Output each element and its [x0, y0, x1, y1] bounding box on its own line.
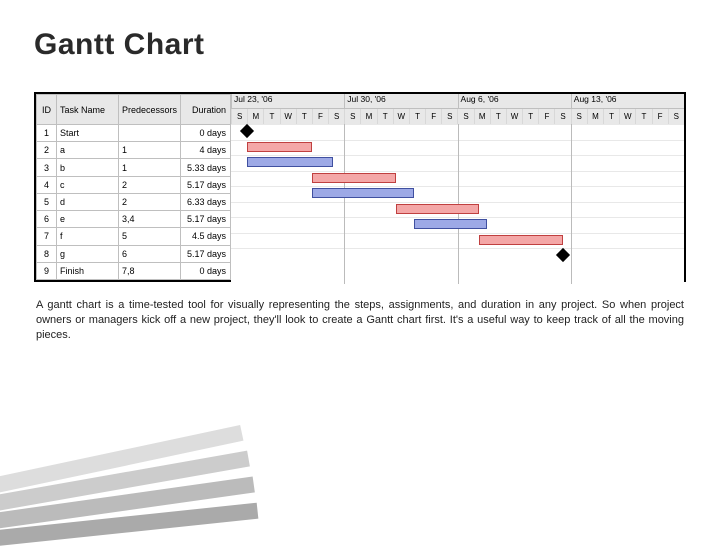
day-label: S — [441, 109, 457, 124]
slide-corner-decoration — [0, 440, 220, 540]
cell-name: e — [57, 211, 119, 228]
timeline: Jul 23, '06Jul 30, '06Aug 6, '06Aug 13, … — [231, 94, 684, 280]
gantt-bar — [479, 235, 563, 245]
cell-id: 8 — [37, 245, 57, 262]
day-label: M — [360, 109, 376, 124]
cell-id: 4 — [37, 176, 57, 193]
table-row: 4c25.17 days — [37, 176, 231, 193]
timeline-header: Jul 23, '06Jul 30, '06Aug 6, '06Aug 13, … — [231, 94, 684, 124]
day-label: T — [603, 109, 619, 124]
cell-dur: 5.33 days — [181, 159, 231, 176]
cell-dur: 5.17 days — [181, 176, 231, 193]
day-label: W — [393, 109, 409, 124]
cell-pred: 1 — [119, 142, 181, 159]
table-row: 1Start 0 days — [37, 125, 231, 142]
day-label: S — [344, 109, 360, 124]
page-title: Gantt Chart — [0, 0, 720, 62]
table-row: 6e3,45.17 days — [37, 211, 231, 228]
day-label: T — [635, 109, 651, 124]
day-label: M — [247, 109, 263, 124]
cell-pred: 7,8 — [119, 262, 181, 279]
cell-id: 1 — [37, 125, 57, 142]
cell-dur: 5.17 days — [181, 211, 231, 228]
day-label: S — [554, 109, 570, 124]
col-header-id: ID — [37, 95, 57, 125]
day-label: M — [587, 109, 603, 124]
cell-pred: 6 — [119, 245, 181, 262]
cell-dur: 4.5 days — [181, 228, 231, 245]
day-label: S — [328, 109, 344, 124]
col-header-name: Task Name — [57, 95, 119, 125]
cell-dur: 4 days — [181, 142, 231, 159]
cell-name: f — [57, 228, 119, 245]
cell-pred — [119, 125, 181, 142]
day-label: T — [377, 109, 393, 124]
gantt-bar — [247, 142, 312, 152]
table-row: 3b15.33 days — [37, 159, 231, 176]
day-label: F — [538, 109, 554, 124]
day-label: M — [474, 109, 490, 124]
description-text: A gantt chart is a time-tested tool for … — [36, 298, 684, 343]
table-row: 5d26.33 days — [37, 193, 231, 210]
day-label: T — [490, 109, 506, 124]
gantt-bar — [312, 188, 414, 198]
cell-dur: 0 days — [181, 125, 231, 142]
day-label: F — [425, 109, 441, 124]
cell-name: b — [57, 159, 119, 176]
cell-name: Start — [57, 125, 119, 142]
day-label: S — [457, 109, 473, 124]
col-header-dur: Duration — [181, 95, 231, 125]
day-label: T — [522, 109, 538, 124]
cell-id: 7 — [37, 228, 57, 245]
cell-name: a — [57, 142, 119, 159]
cell-pred: 1 — [119, 159, 181, 176]
cell-id: 3 — [37, 159, 57, 176]
cell-pred: 2 — [119, 193, 181, 210]
day-label: W — [280, 109, 296, 124]
table-row: 2a14 days — [37, 142, 231, 159]
cell-dur: 0 days — [181, 262, 231, 279]
cell-name: Finish — [57, 262, 119, 279]
cell-id: 5 — [37, 193, 57, 210]
week-label: Aug 13, '06 — [571, 94, 684, 108]
cell-id: 6 — [37, 211, 57, 228]
cell-pred: 5 — [119, 228, 181, 245]
col-header-pred: Predecessors — [119, 95, 181, 125]
cell-id: 9 — [37, 262, 57, 279]
day-label: S — [571, 109, 587, 124]
gantt-bar — [312, 173, 396, 183]
cell-dur: 5.17 days — [181, 245, 231, 262]
table-row: 9Finish7,80 days — [37, 262, 231, 279]
timeline-body — [231, 124, 684, 284]
cell-name: d — [57, 193, 119, 210]
cell-name: g — [57, 245, 119, 262]
cell-id: 2 — [37, 142, 57, 159]
cell-name: c — [57, 176, 119, 193]
day-label: W — [506, 109, 522, 124]
gantt-bar — [414, 219, 487, 229]
cell-dur: 6.33 days — [181, 193, 231, 210]
day-label: T — [409, 109, 425, 124]
day-label: F — [312, 109, 328, 124]
week-label: Aug 6, '06 — [458, 94, 571, 108]
week-label: Jul 30, '06 — [344, 94, 457, 108]
day-label: T — [296, 109, 312, 124]
week-label: Jul 23, '06 — [231, 94, 344, 108]
gantt-bar — [396, 204, 480, 214]
day-label: F — [652, 109, 668, 124]
task-table: ID Task Name Predecessors Duration 1Star… — [36, 94, 231, 280]
cell-pred: 2 — [119, 176, 181, 193]
day-label: S — [668, 109, 684, 124]
gantt-chart: ID Task Name Predecessors Duration 1Star… — [34, 92, 686, 282]
day-label: T — [263, 109, 279, 124]
table-row: 8g65.17 days — [37, 245, 231, 262]
day-label: W — [619, 109, 635, 124]
table-row: 7f54.5 days — [37, 228, 231, 245]
gantt-bar — [247, 157, 333, 167]
day-label: S — [231, 109, 247, 124]
cell-pred: 3,4 — [119, 211, 181, 228]
